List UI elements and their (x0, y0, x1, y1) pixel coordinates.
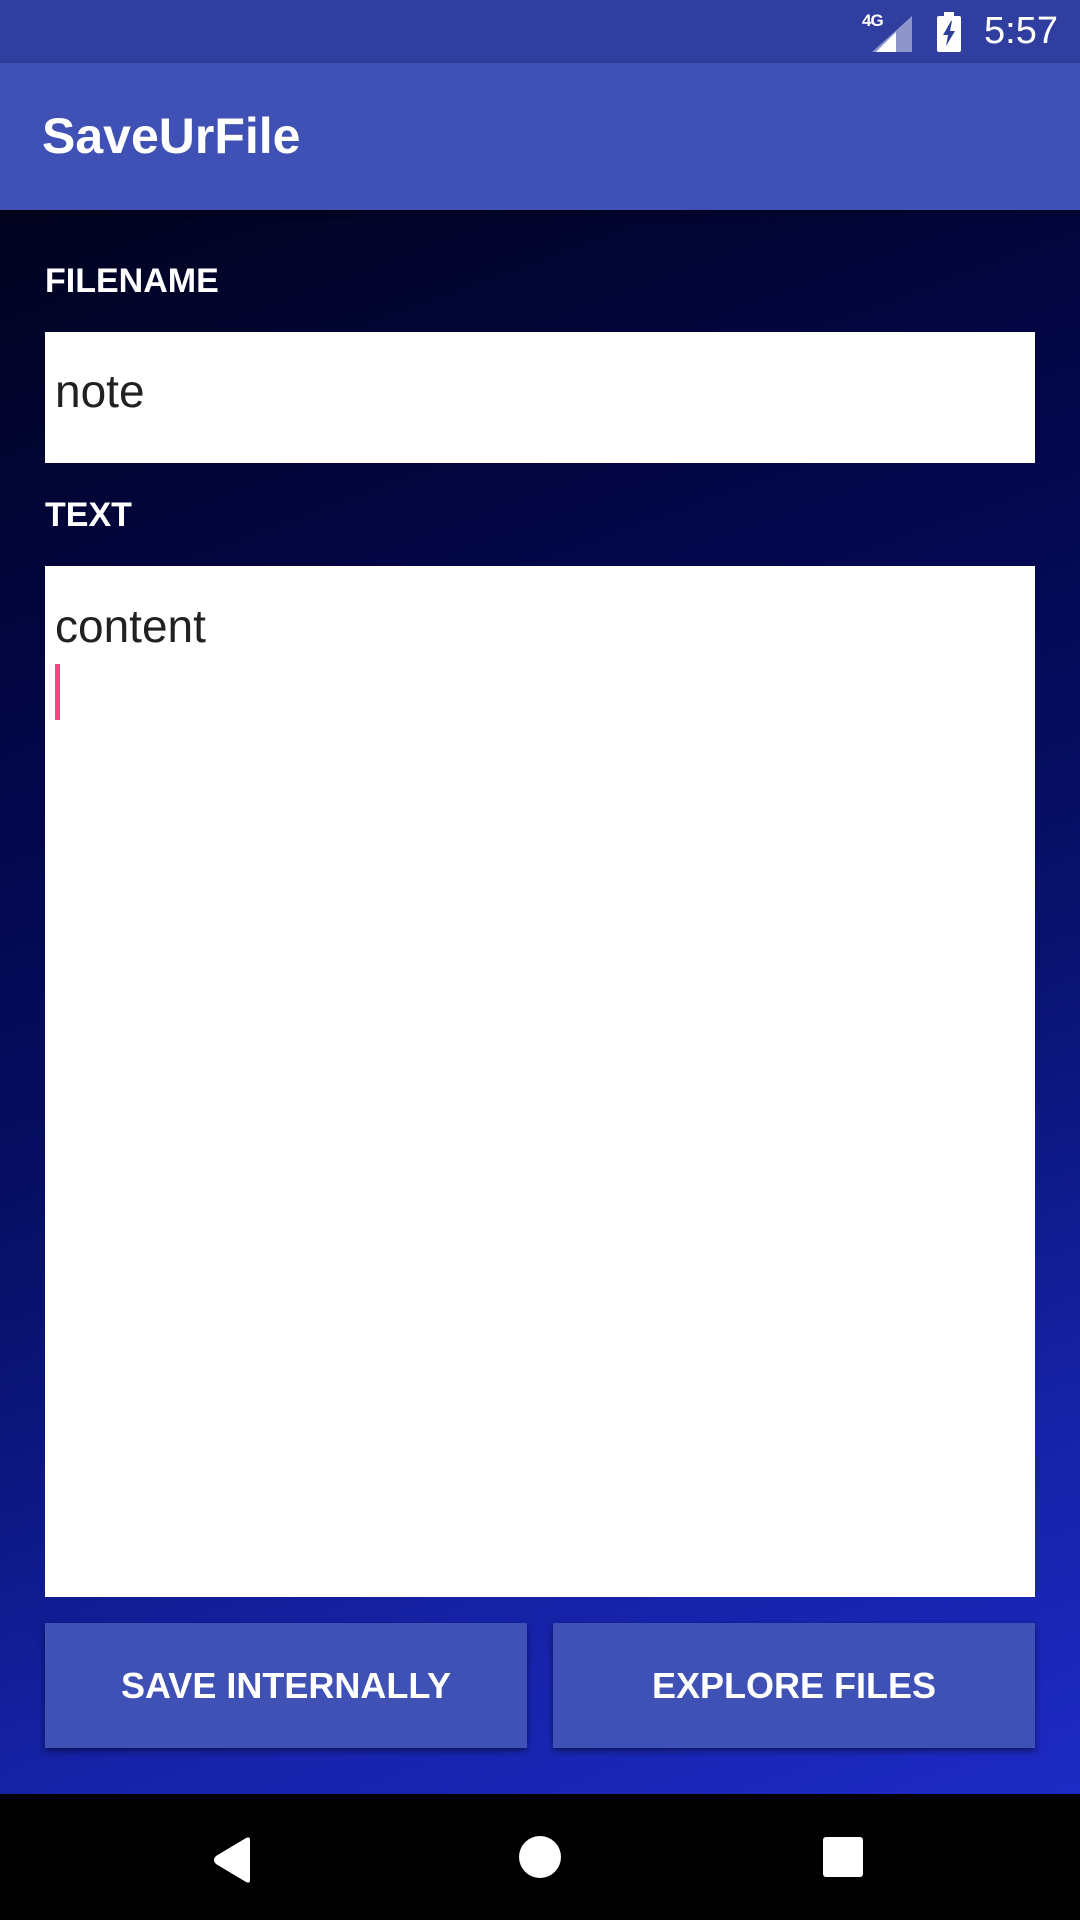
text-input-value: content (55, 600, 206, 652)
home-icon[interactable] (518, 1835, 562, 1879)
status-bar: 4G 5:57 (0, 0, 1080, 63)
screen: 4G 5:57 SaveUrFile FILENAME note TEXT co… (0, 0, 1080, 1920)
filename-input[interactable]: note (45, 332, 1035, 463)
main-content: FILENAME note TEXT content SAVE INTERNAL… (0, 210, 1080, 1794)
status-icons: 4G 5:57 (862, 0, 1058, 63)
battery-charging-icon (937, 11, 962, 52)
filename-input-value: note (55, 365, 145, 417)
explore-files-button[interactable]: EXPLORE FILES (553, 1623, 1035, 1748)
signal-icon (872, 15, 913, 52)
save-internally-button[interactable]: SAVE INTERNALLY (45, 1623, 527, 1748)
clock: 5:57 (984, 10, 1058, 52)
network-indicator: 4G (862, 12, 913, 52)
app-bar: SaveUrFile (0, 63, 1080, 210)
text-input[interactable]: content (45, 566, 1035, 1597)
back-icon[interactable] (210, 1836, 254, 1884)
text-label: TEXT (45, 496, 132, 534)
app-title: SaveUrFile (42, 108, 301, 164)
navigation-bar (0, 1794, 1080, 1920)
recents-icon[interactable] (822, 1836, 864, 1878)
filename-label: FILENAME (45, 262, 219, 300)
text-cursor (55, 664, 60, 720)
